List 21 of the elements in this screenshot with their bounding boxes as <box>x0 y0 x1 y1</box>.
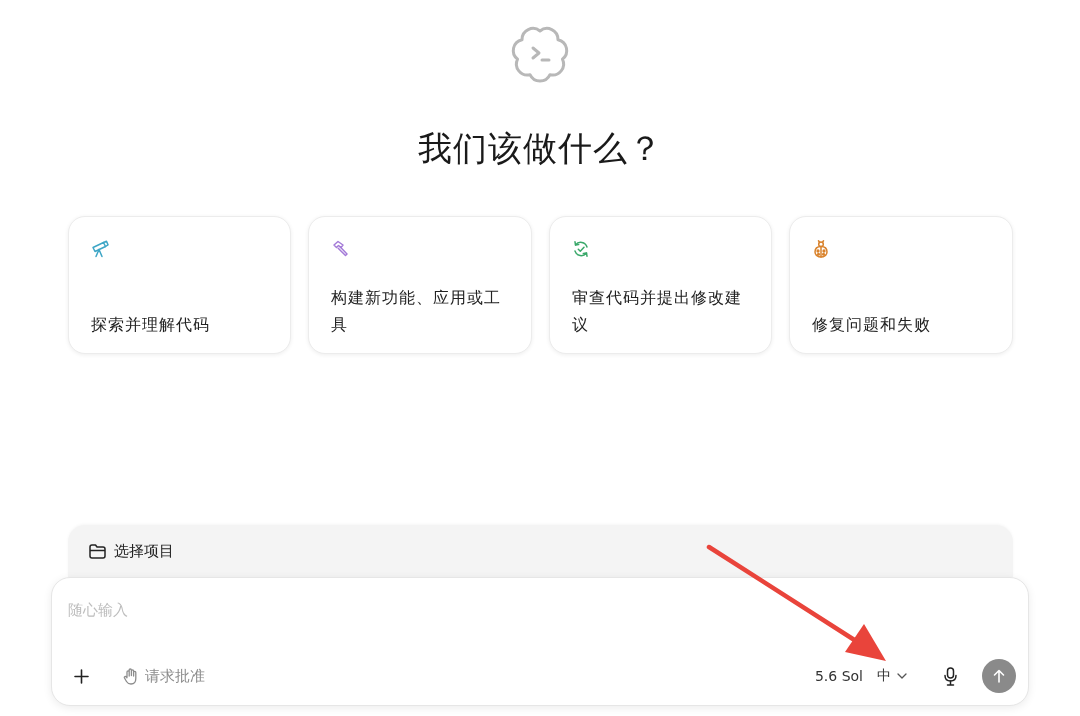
page-heading: 我们该做什么？ <box>417 128 663 168</box>
suggestion-label: 修复问题和失败 <box>812 314 932 336</box>
reasoning-selector[interactable]: 中 <box>873 664 911 688</box>
suggestion-card[interactable]: 审查代码并提出修改建议 <box>548 216 772 354</box>
hand-icon <box>123 667 139 685</box>
send-button[interactable] <box>982 659 1016 693</box>
suggestion-label: 探索并理解代码 <box>90 314 211 336</box>
approval-mode-button[interactable]: 请求批准 <box>119 663 209 689</box>
project-picker[interactable]: 选择项目 <box>88 537 180 565</box>
suggestion-label: 构建新功能、应用或工具 <box>331 287 502 336</box>
model-selector[interactable]: 5.6 Sol <box>810 665 867 687</box>
folder-icon <box>88 543 106 559</box>
plus-icon <box>74 668 89 684</box>
suggestion-label: 审查代码并提出修改建议 <box>571 287 743 336</box>
suggestion-card[interactable]: 探索并理解代码 <box>67 216 291 354</box>
message-input[interactable]: 随心输入 <box>68 598 368 622</box>
suggestion-card[interactable]: 修复问题和失败 <box>789 216 1013 354</box>
suggestion-card[interactable]: 构建新功能、应用或工具 <box>308 216 532 354</box>
up-arrow-icon <box>993 669 1005 683</box>
microphone-icon <box>944 666 957 686</box>
caret-icon <box>897 673 907 679</box>
